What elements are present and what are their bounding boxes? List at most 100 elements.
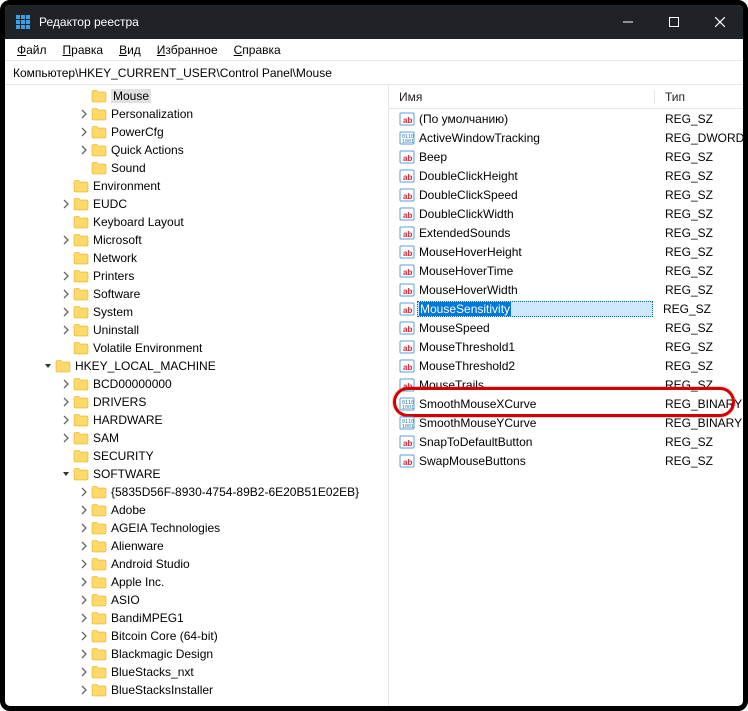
tree-item[interactable]: EUDC: [5, 195, 388, 213]
twisty-icon[interactable]: [59, 271, 73, 281]
list-row[interactable]: abMouseTrailsREG_SZ: [389, 375, 743, 394]
twisty-icon[interactable]: [59, 397, 73, 407]
list-row[interactable]: abSwapMouseButtonsREG_SZ: [389, 451, 743, 470]
list-body[interactable]: ab(По умолчанию)REG_SZ01101001ActiveWind…: [389, 109, 743, 706]
tree-item[interactable]: Blackmagic Design: [5, 645, 388, 663]
tree-label: BandiMPEG1: [111, 611, 184, 625]
list-row[interactable]: abMouseThreshold1REG_SZ: [389, 337, 743, 356]
twisty-icon[interactable]: [41, 361, 55, 371]
minimize-button[interactable]: [605, 5, 651, 39]
tree-item[interactable]: Environment: [5, 177, 388, 195]
tree-item[interactable]: Printers: [5, 267, 388, 285]
tree-item[interactable]: Software: [5, 285, 388, 303]
close-button[interactable]: [697, 5, 743, 39]
tree-item[interactable]: BCD00000000: [5, 375, 388, 393]
tree-item[interactable]: SECURITY: [5, 447, 388, 465]
twisty-icon[interactable]: [77, 145, 91, 155]
twisty-icon[interactable]: [77, 631, 91, 641]
tree-item[interactable]: Adobe: [5, 501, 388, 519]
tree-item[interactable]: Android Studio: [5, 555, 388, 573]
list-row[interactable]: abDoubleClickSpeedREG_SZ: [389, 185, 743, 204]
tree-item[interactable]: HARDWARE: [5, 411, 388, 429]
twisty-icon[interactable]: [59, 469, 73, 479]
twisty-icon[interactable]: [59, 433, 73, 443]
tree-item[interactable]: Apple Inc.: [5, 573, 388, 591]
maximize-button[interactable]: [651, 5, 697, 39]
tree-item[interactable]: Uninstall: [5, 321, 388, 339]
tree-item[interactable]: DRIVERS: [5, 393, 388, 411]
list-row[interactable]: ab(По умолчанию)REG_SZ: [389, 109, 743, 128]
twisty-icon[interactable]: [77, 595, 91, 605]
tree-item[interactable]: HKEY_LOCAL_MACHINE: [5, 357, 388, 375]
tree-item[interactable]: BlueStacks_nxt: [5, 663, 388, 681]
menubar: ФайлПравкаВидИзбранноеСправка: [5, 39, 743, 61]
tree-item[interactable]: BandiMPEG1: [5, 609, 388, 627]
tree-item[interactable]: Microsoft: [5, 231, 388, 249]
twisty-icon[interactable]: [77, 559, 91, 569]
list-row[interactable]: abBeepREG_SZ: [389, 147, 743, 166]
tree-item[interactable]: Sound: [5, 159, 388, 177]
twisty-icon[interactable]: [77, 523, 91, 533]
tree-item[interactable]: ASIO: [5, 591, 388, 609]
tree-item[interactable]: SAM: [5, 429, 388, 447]
titlebar[interactable]: Редактор реестра: [5, 5, 743, 39]
address-bar[interactable]: Компьютер\HKEY_CURRENT_USER\Control Pane…: [5, 61, 743, 85]
list-row[interactable]: abMouseSensitivityREG_SZ: [389, 299, 743, 318]
twisty-icon[interactable]: [77, 649, 91, 659]
tree-item[interactable]: Bitcoin Core (64-bit): [5, 627, 388, 645]
tree-panel[interactable]: MousePersonalizationPowerCfgQuick Action…: [5, 85, 389, 706]
twisty-icon[interactable]: [77, 487, 91, 497]
list-row[interactable]: abMouseSpeedREG_SZ: [389, 318, 743, 337]
twisty-icon[interactable]: [77, 577, 91, 587]
twisty-icon[interactable]: [77, 613, 91, 623]
list-row[interactable]: 01101001SmoothMouseXCurveREG_BINARY: [389, 394, 743, 413]
menu-вид[interactable]: Вид: [111, 41, 149, 59]
menu-файл[interactable]: Файл: [9, 41, 55, 59]
list-row[interactable]: abExtendedSoundsREG_SZ: [389, 223, 743, 242]
tree-item[interactable]: Volatile Environment: [5, 339, 388, 357]
tree-item[interactable]: Personalization: [5, 105, 388, 123]
twisty-icon[interactable]: [77, 667, 91, 677]
value-type: REG_SZ: [655, 378, 743, 392]
menu-справка[interactable]: Справка: [226, 41, 289, 59]
twisty-icon[interactable]: [77, 505, 91, 515]
tree-item[interactable]: BlueStacksInstaller: [5, 681, 388, 699]
col-type[interactable]: Тип: [655, 90, 743, 104]
twisty-icon[interactable]: [59, 235, 73, 245]
list-row[interactable]: abDoubleClickHeightREG_SZ: [389, 166, 743, 185]
tree-item[interactable]: SOFTWARE: [5, 465, 388, 483]
twisty-icon[interactable]: [59, 199, 73, 209]
twisty-icon[interactable]: [77, 127, 91, 137]
list-header[interactable]: Имя Тип: [389, 85, 743, 109]
twisty-icon[interactable]: [59, 307, 73, 317]
tree-item[interactable]: AGEIA Technologies: [5, 519, 388, 537]
twisty-icon[interactable]: [59, 379, 73, 389]
list-row[interactable]: abMouseHoverHeightREG_SZ: [389, 242, 743, 261]
twisty-icon[interactable]: [59, 289, 73, 299]
twisty-icon[interactable]: [59, 415, 73, 425]
list-row[interactable]: abMouseHoverWidthREG_SZ: [389, 280, 743, 299]
tree-item[interactable]: {5835D56F-8930-4754-89B2-6E20B51E02EB}: [5, 483, 388, 501]
list-row[interactable]: 01101001SmoothMouseYCurveREG_BINARY: [389, 413, 743, 432]
tree-item[interactable]: Mouse: [5, 87, 388, 105]
menu-избранное[interactable]: Избранное: [149, 41, 226, 59]
twisty-icon[interactable]: [77, 109, 91, 119]
tree-label: Apple Inc.: [111, 575, 164, 589]
menu-правка[interactable]: Правка: [55, 41, 112, 59]
twisty-icon[interactable]: [77, 541, 91, 551]
tree-item[interactable]: Quick Actions: [5, 141, 388, 159]
list-row[interactable]: abMouseHoverTimeREG_SZ: [389, 261, 743, 280]
list-row[interactable]: abSnapToDefaultButtonREG_SZ: [389, 432, 743, 451]
tree-label: Environment: [93, 179, 160, 193]
list-row[interactable]: abDoubleClickWidthREG_SZ: [389, 204, 743, 223]
col-name[interactable]: Имя: [389, 90, 655, 104]
tree-item[interactable]: Alienware: [5, 537, 388, 555]
twisty-icon[interactable]: [77, 685, 91, 695]
twisty-icon[interactable]: [59, 325, 73, 335]
tree-item[interactable]: System: [5, 303, 388, 321]
tree-item[interactable]: PowerCfg: [5, 123, 388, 141]
list-row[interactable]: abMouseThreshold2REG_SZ: [389, 356, 743, 375]
list-row[interactable]: 01101001ActiveWindowTrackingREG_DWORD: [389, 128, 743, 147]
tree-item[interactable]: Keyboard Layout: [5, 213, 388, 231]
tree-item[interactable]: Network: [5, 249, 388, 267]
